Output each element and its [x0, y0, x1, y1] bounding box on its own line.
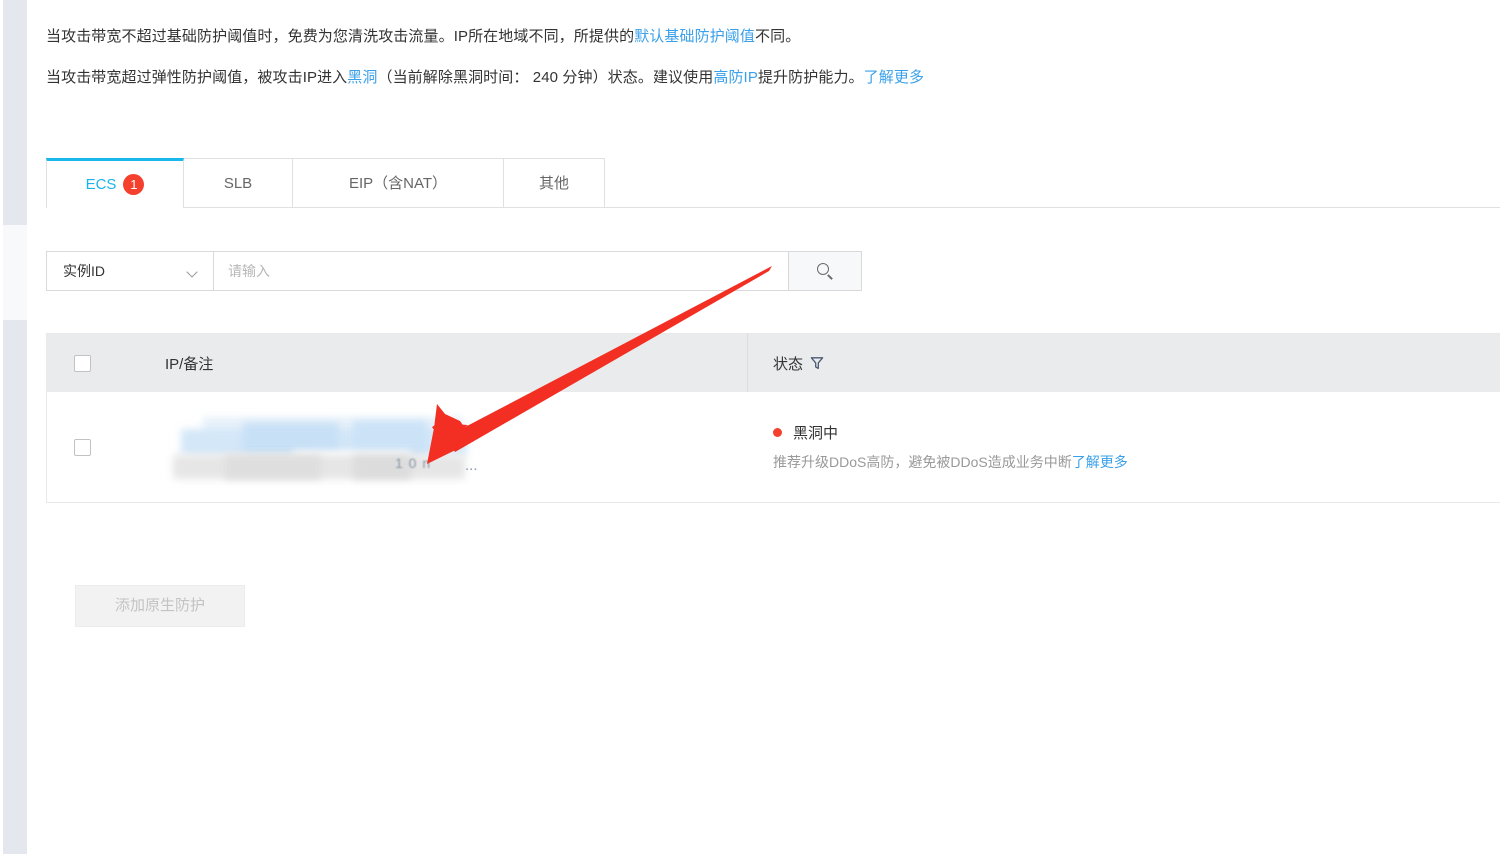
redaction-blob [243, 423, 339, 453]
header-status-cell: 状态 [748, 353, 1500, 374]
notice-line-1-part2: 不同。 [755, 28, 800, 45]
notice-link-default-threshold[interactable]: 默认基础防护阈值 [634, 28, 755, 45]
search-bar: 实例ID [46, 251, 862, 291]
redaction-blob [225, 455, 321, 479]
notice-line-2: 当攻击带宽超过弹性防护阈值，被攻击IP进入黑洞（当前解除黑洞时间： 240 分钟… [46, 67, 1486, 88]
row-status-cell: 黑洞中 推荐升级DDoS高防，避免被DDoS造成业务中断了解更多 [748, 422, 1500, 472]
header-status-label: 状态 [773, 356, 803, 373]
tab-other[interactable]: 其他 [503, 158, 605, 207]
status-subtitle-text: 推荐升级DDoS高防，避免被DDoS造成业务中断 [773, 454, 1072, 470]
notice-line-2-part2: （当前解除黑洞时间： 240 分钟）状态。建议使用 [377, 69, 713, 86]
instance-table: IP/备注 状态 1 0 n [46, 333, 1500, 503]
sidebar-strip [3, 0, 27, 854]
status-badge: 黑洞中 [773, 422, 1500, 443]
redacted-ip-value: 1 0 n ... [165, 415, 495, 479]
notice-link-learn-more[interactable]: 了解更多 [864, 69, 924, 86]
row-select-cell [47, 439, 117, 456]
tab-ecs-badge: 1 [123, 174, 144, 195]
header-select-all-cell [47, 355, 117, 372]
tab-slb[interactable]: SLB [183, 158, 293, 207]
search-filter-select[interactable]: 实例ID [47, 252, 214, 290]
resource-type-tabs: ECS 1 SLB EIP（含NAT） 其他 [46, 158, 1500, 208]
main-content: 当攻击带宽不超过基础防护阈值时，免费为您清洗攻击流量。IP所在地域不同，所提供的… [27, 0, 1500, 854]
tab-other-label: 其他 [539, 160, 569, 207]
status-subtitle: 推荐升级DDoS高防，避免被DDoS造成业务中断了解更多 [773, 452, 1500, 472]
search-button[interactable] [788, 252, 861, 290]
notice-link-anti-ddos-ip[interactable]: 高防IP [713, 69, 758, 86]
notice-line-1: 当攻击带宽不超过基础防护阈值时，免费为您清洗攻击流量。IP所在地域不同，所提供的… [46, 26, 1486, 47]
tab-eip[interactable]: EIP（含NAT） [292, 158, 504, 207]
tab-ecs-label: ECS [86, 162, 117, 207]
sidebar-item-upper[interactable] [3, 0, 27, 225]
chevron-down-icon [188, 268, 199, 275]
tab-slb-label: SLB [224, 160, 252, 207]
notice-line-2-part3: 提升防护能力。 [758, 69, 864, 86]
row-checkbox[interactable] [74, 439, 91, 456]
notice-block: 当攻击带宽不超过基础防护阈值时，免费为您清洗攻击流量。IP所在地域不同，所提供的… [46, 26, 1486, 88]
add-native-protection-button[interactable]: 添加原生防护 [75, 585, 245, 627]
notice-line-1-part1: 当攻击带宽不超过基础防护阈值时，免费为您清洗攻击流量。IP所在地域不同，所提供的 [46, 28, 634, 45]
header-ip-cell: IP/备注 [117, 334, 748, 392]
sidebar-item-active[interactable] [3, 225, 27, 320]
notice-link-blackhole[interactable]: 黑洞 [347, 69, 377, 86]
status-dot-icon [773, 428, 782, 437]
notice-line-2-part1: 当攻击带宽超过弹性防护阈值，被攻击IP进入 [46, 69, 347, 86]
search-input[interactable] [214, 252, 788, 290]
header-ip-label: IP/备注 [165, 353, 213, 374]
table-row[interactable]: 1 0 n ... 黑洞中 推荐升级DDoS高防，避免被DDoS造成业务中断了解… [47, 392, 1500, 502]
search-filter-label: 实例ID [63, 261, 105, 281]
sidebar-item-lower[interactable] [3, 320, 27, 854]
redacted-ip-tail-text: 1 0 n [395, 455, 431, 471]
status-label: 黑洞中 [793, 422, 838, 443]
tab-eip-label: EIP（含NAT） [349, 160, 447, 207]
table-header-row: IP/备注 状态 [47, 333, 1500, 392]
redaction-blob [353, 421, 427, 453]
filter-icon[interactable] [810, 356, 824, 373]
row-ip-cell: 1 0 n ... [117, 392, 748, 502]
redacted-ip-ellipsis: ... [465, 457, 478, 474]
select-all-checkbox[interactable] [74, 355, 91, 372]
status-subtitle-link[interactable]: 了解更多 [1072, 454, 1128, 470]
tab-ecs[interactable]: ECS 1 [46, 158, 184, 207]
search-icon [817, 263, 834, 280]
